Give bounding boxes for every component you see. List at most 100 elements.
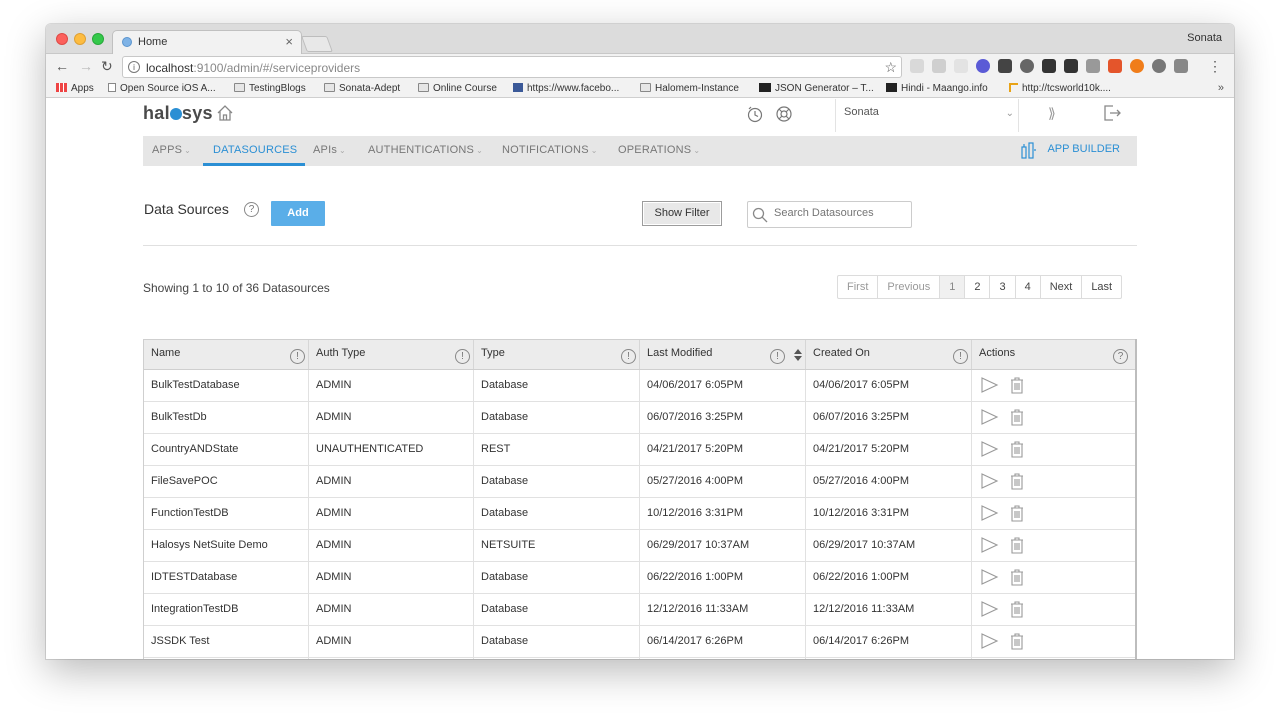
run-icon[interactable] — [979, 440, 999, 458]
logout-icon[interactable] — [1102, 104, 1122, 122]
table-row[interactable]: Halosys NetSuite Demo ADMIN NETSUITE 06/29/… — [144, 530, 1136, 562]
trash-icon[interactable] — [1007, 632, 1027, 650]
bookmark-item[interactable]: Online Course — [418, 83, 497, 94]
extension-icon[interactable] — [1130, 59, 1144, 73]
page-1[interactable]: 1 — [939, 276, 965, 298]
trash-icon[interactable] — [1007, 600, 1027, 618]
run-icon[interactable] — [979, 600, 999, 618]
back-arrow-icon[interactable]: ← — [55, 58, 69, 74]
address-bar[interactable]: i localhost:9100/admin/#/serviceprovider… — [122, 56, 902, 78]
page-last[interactable]: Last — [1081, 276, 1121, 298]
history-icon[interactable] — [746, 105, 764, 123]
gauge-icon[interactable] — [1152, 59, 1166, 73]
nav-item-apis[interactable]: APIs ⌄ — [313, 144, 346, 156]
collapse-icon[interactable]: ⟫ — [1048, 105, 1056, 122]
bookmark-item[interactable]: Halomem-Instance — [640, 83, 739, 94]
help-icon[interactable]: ! — [455, 349, 470, 364]
home-icon[interactable] — [216, 104, 234, 122]
nav-item-apps[interactable]: APPS ⌄ — [152, 144, 191, 156]
nav-item-datasources[interactable]: DATASOURCES — [213, 144, 297, 156]
column-header-last-modified[interactable]: Last Modified! — [640, 340, 806, 369]
trash-icon[interactable] — [1007, 440, 1027, 458]
extension-icon[interactable] — [954, 59, 968, 73]
minimize-window-button[interactable] — [74, 33, 86, 45]
info-icon[interactable]: i — [128, 61, 140, 73]
nav-item-operations[interactable]: OPERATIONS ⌄ — [618, 144, 700, 156]
table-row[interactable]: IntegrationTestDB ADMIN Database 12/12/2016… — [144, 594, 1136, 626]
organization-select[interactable]: Sonata ⌄ — [835, 99, 1019, 132]
bookmark-item[interactable]: Hindi - Maango.info — [886, 83, 988, 94]
trash-icon[interactable] — [1007, 536, 1027, 554]
table-row[interactable]: JSSDK Test ADMIN Database 06/14/2017 6:26PM… — [144, 626, 1136, 658]
column-header-type[interactable]: Type! — [474, 340, 640, 369]
nav-item-authentications[interactable]: AUTHENTICATIONS ⌄ — [368, 144, 483, 156]
help-icon[interactable]: ! — [953, 349, 968, 364]
help-icon[interactable]: ! — [290, 349, 305, 364]
run-icon[interactable] — [979, 504, 999, 522]
download-icon[interactable] — [1042, 59, 1056, 73]
table-row[interactable]: KATERRA_QM_EHD_HAL...ADMINDatabase05/09/… — [144, 658, 1136, 659]
bookmark-item[interactable]: Open Source iOS A... — [108, 83, 216, 94]
new-tab-button[interactable] — [301, 36, 333, 52]
extension-icon[interactable] — [910, 59, 924, 73]
reload-icon[interactable]: ↻ — [101, 58, 113, 75]
extension-icon[interactable] — [932, 59, 946, 73]
nav-item-notifications[interactable]: NOTIFICATIONS ⌄ — [502, 144, 598, 156]
column-header-created-on[interactable]: Created On! — [806, 340, 972, 369]
app-builder-link[interactable]: APP BUILDER — [1047, 143, 1120, 155]
tab-close-icon[interactable]: × — [285, 34, 293, 49]
url-text[interactable]: localhost:9100/admin/#/serviceproviders — [146, 61, 360, 75]
page-previous[interactable]: Previous — [877, 276, 939, 298]
table-row[interactable]: CountryANDState UNAUTHENTICATED REST 04/21/… — [144, 434, 1136, 466]
bookmark-apps[interactable]: Apps — [56, 83, 94, 94]
help-icon[interactable]: ! — [621, 349, 636, 364]
office-icon[interactable] — [1108, 59, 1122, 73]
run-icon[interactable] — [979, 536, 999, 554]
run-icon[interactable] — [979, 632, 999, 650]
trash-icon[interactable] — [1007, 504, 1027, 522]
maximize-window-button[interactable] — [92, 33, 104, 45]
app-builder-icon[interactable] — [1021, 142, 1037, 159]
trash-icon[interactable] — [1007, 376, 1027, 394]
extension-icon[interactable] — [1174, 59, 1188, 73]
page-next[interactable]: Next — [1039, 276, 1082, 298]
profile-name[interactable]: Sonata — [1187, 32, 1222, 44]
extension-icon[interactable] — [998, 59, 1012, 73]
column-header-auth-type[interactable]: Auth Type! — [309, 340, 474, 369]
run-icon[interactable] — [979, 408, 999, 426]
trash-icon[interactable] — [1007, 408, 1027, 426]
forward-arrow-icon[interactable]: → — [79, 58, 93, 74]
bookmark-item[interactable]: https://www.facebo... — [513, 83, 619, 94]
halosys-logo[interactable]: hal sys — [143, 103, 213, 124]
page-4[interactable]: 4 — [1014, 276, 1040, 298]
page-first[interactable]: First — [838, 276, 877, 298]
help-icon[interactable]: ? — [1113, 349, 1128, 364]
extension-icon[interactable] — [1086, 59, 1100, 73]
page-2[interactable]: 2 — [964, 276, 989, 298]
table-scrollbar[interactable] — [1135, 339, 1137, 659]
close-window-button[interactable] — [56, 33, 68, 45]
browser-tab[interactable]: Home × — [112, 30, 302, 54]
search-box[interactable] — [747, 201, 912, 228]
bookmark-item[interactable]: Sonata-Adept — [324, 83, 400, 94]
trash-icon[interactable] — [1007, 568, 1027, 586]
table-row[interactable]: IDTESTDatabase ADMIN Database 06/22/2016 1:… — [144, 562, 1136, 594]
help-icon[interactable]: ? — [244, 202, 259, 217]
run-icon[interactable] — [979, 376, 999, 394]
bookmark-star-icon[interactable]: ☆ — [884, 59, 897, 76]
add-button[interactable]: Add — [271, 201, 325, 226]
bookmark-item[interactable]: JSON Generator – T... — [759, 83, 874, 94]
bookmark-item[interactable]: TestingBlogs — [234, 83, 306, 94]
run-icon[interactable] — [979, 472, 999, 490]
browser-menu-icon[interactable]: ⋮ — [1208, 58, 1222, 75]
table-row[interactable]: FileSavePOC ADMIN Database 05/27/2016 4:00P… — [144, 466, 1136, 498]
help-icon[interactable]: ! — [770, 349, 785, 364]
table-row[interactable]: BulkTestDb ADMIN Database 06/07/2016 3:25PM… — [144, 402, 1136, 434]
extension-icon[interactable] — [1020, 59, 1034, 73]
search-input[interactable] — [774, 207, 906, 219]
table-row[interactable]: BulkTestDatabase ADMIN Database 04/06/2017 … — [144, 370, 1136, 402]
show-filter-button[interactable]: Show Filter — [642, 201, 722, 226]
table-row[interactable]: FunctionTestDB ADMIN Database 10/12/2016 3:… — [144, 498, 1136, 530]
sort-icon[interactable] — [793, 348, 803, 362]
bookmark-item[interactable]: http://tcsworld10k.... — [1009, 83, 1111, 94]
